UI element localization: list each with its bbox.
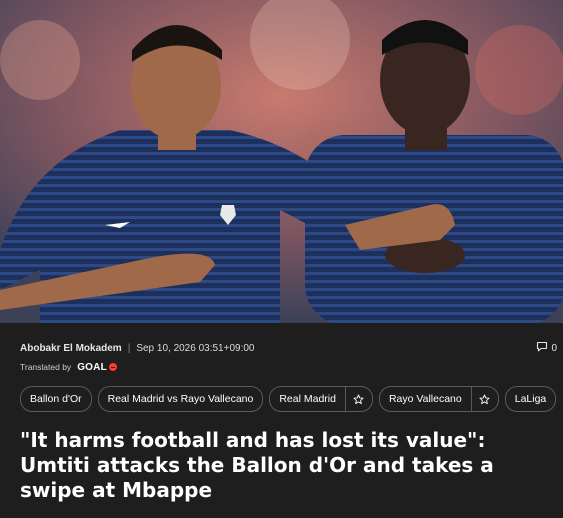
speech-bubble-icon bbox=[536, 341, 548, 355]
publish-date: Sep 10, 2026 03:51+09:00 bbox=[136, 342, 255, 354]
hero-image bbox=[0, 0, 563, 323]
comments-link[interactable]: 0 bbox=[536, 340, 557, 356]
tag-laliga[interactable]: LaLiga bbox=[504, 386, 557, 412]
goal-logo[interactable]: GOAL bbox=[77, 362, 117, 373]
translated-label: Translated by bbox=[20, 362, 72, 372]
meta-separator: | bbox=[127, 342, 131, 354]
star-icon[interactable] bbox=[470, 387, 498, 411]
tag-real-madrid-vs-rayo-vallecano[interactable]: Real Madrid vs Rayo Vallecano bbox=[97, 386, 264, 412]
star-icon[interactable] bbox=[344, 387, 372, 411]
tag-label[interactable]: LaLiga bbox=[506, 387, 556, 411]
tag-label[interactable]: Ballon d'Or bbox=[21, 387, 91, 411]
tag-label[interactable]: Rayo Vallecano bbox=[380, 387, 471, 411]
hero-photo-illustration bbox=[0, 0, 563, 323]
article-headline: "It harms football and has lost its valu… bbox=[20, 428, 494, 502]
goal-dot-icon bbox=[108, 363, 117, 371]
tag-label[interactable]: Real Madrid bbox=[270, 387, 345, 411]
translation-credit: Translated by GOAL bbox=[20, 360, 117, 374]
tag-rayo-vallecano[interactable]: Rayo Vallecano bbox=[378, 386, 499, 412]
tag-ballon-dor[interactable]: Ballon d'Or bbox=[20, 386, 92, 412]
author-name[interactable]: Abobakr El Mokadem bbox=[20, 343, 122, 354]
tag-list: Ballon d'Or Real Madrid vs Rayo Vallecan… bbox=[20, 386, 557, 412]
article-meta: Abobakr El Mokadem | Sep 10, 2026 03:51+… bbox=[20, 340, 549, 356]
brand-name: GOAL bbox=[77, 361, 107, 373]
comment-count: 0 bbox=[551, 342, 557, 354]
tag-label[interactable]: Real Madrid vs Rayo Vallecano bbox=[99, 387, 263, 411]
tag-real-madrid[interactable]: Real Madrid bbox=[269, 386, 373, 412]
